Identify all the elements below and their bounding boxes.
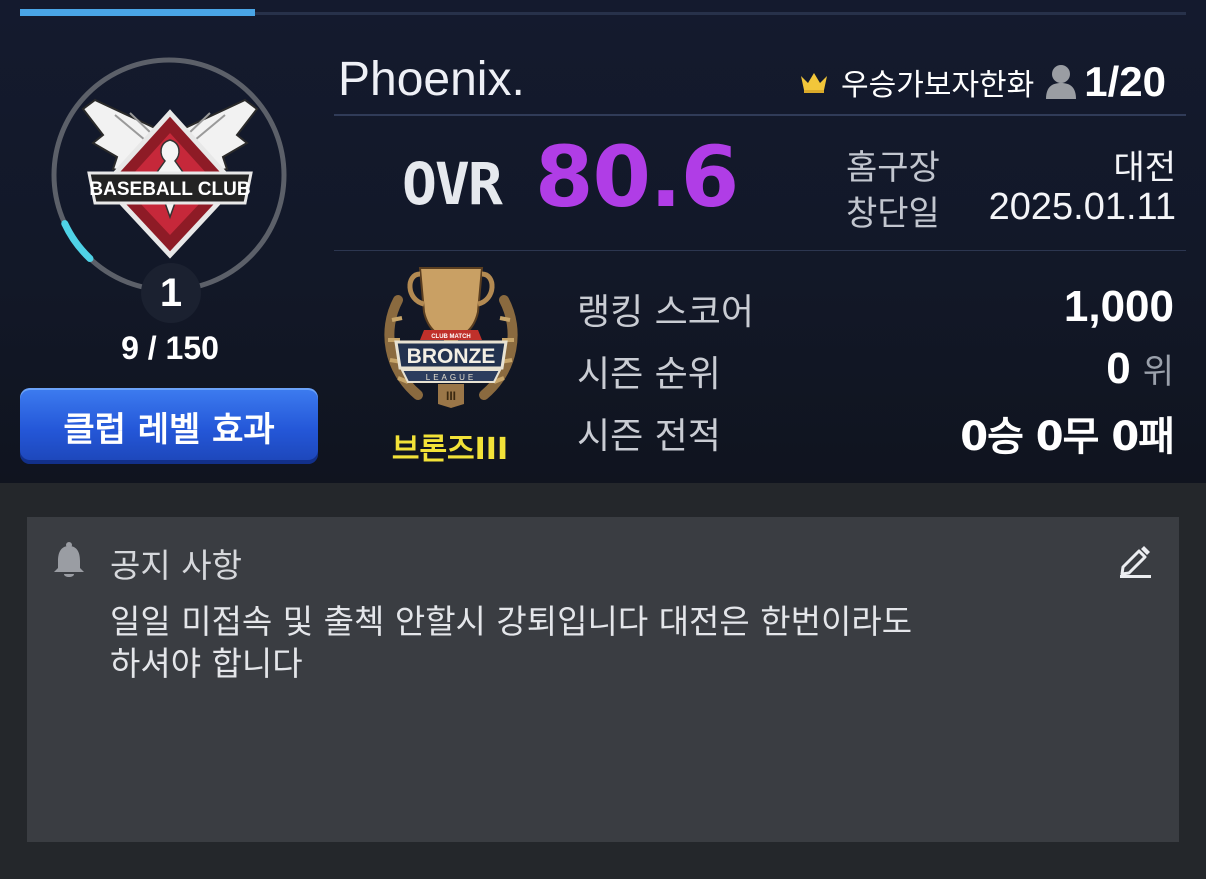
- emblem-main-text: BRONZE: [407, 345, 496, 368]
- season-rank-unit: 위: [1142, 352, 1174, 392]
- crown-icon: [801, 73, 828, 93]
- member-icon: [1046, 65, 1077, 99]
- header-divider: [334, 114, 1186, 116]
- tab-indicator[interactable]: [20, 9, 255, 16]
- club-info-panel: BASEBALL CLUB 1 9 / 150 클럽 레벨 효과 Phoenix…: [0, 0, 1206, 483]
- club-level-badge: 1: [141, 263, 201, 323]
- club-member-count: 1/20: [1084, 58, 1166, 105]
- founded-date-label: 창단일: [846, 194, 940, 234]
- season-rank-value: 0 위: [1106, 344, 1174, 394]
- season-rank-label: 시즌 순위: [577, 354, 721, 395]
- notice-card: 공지 사항 일일 미접속 및 출첵 안할시 강퇴입니다 대전은 한번이라도 하셔…: [27, 517, 1179, 842]
- ovr-value: 80.6: [535, 128, 739, 226]
- emblem-top-text: CLUB MATCH: [431, 334, 471, 340]
- club-level-effect-button[interactable]: 클럽 레벨 효과: [20, 388, 318, 464]
- ranking-score-label: 랭킹 스코어: [577, 292, 755, 333]
- club-owner-name: 우승가보자한화: [841, 68, 1035, 103]
- league-tier-name: 브론즈III: [391, 432, 509, 467]
- emblem-tier-text: III: [446, 389, 456, 403]
- ranking-score-value: 1,000: [1063, 282, 1174, 331]
- season-rank-number: 0: [1106, 344, 1131, 393]
- notice-title: 공지 사항: [110, 546, 242, 585]
- club-exp-text: 9 / 150: [121, 330, 219, 366]
- season-record-label: 시즌 전적: [577, 416, 721, 457]
- club-owner-block: 우승가보자한화 1/20: [799, 58, 1166, 106]
- home-stadium-label: 홈구장: [846, 148, 940, 188]
- club-name: Phoenix.: [338, 53, 525, 106]
- club-logo-text: BASEBALL CLUB: [89, 179, 250, 200]
- ovr-label: OVR: [402, 150, 503, 218]
- home-stadium-value: 대전: [1113, 148, 1176, 188]
- edit-icon[interactable]: [1117, 541, 1153, 579]
- emblem-sub-text: LEAGUE: [426, 373, 476, 382]
- club-logo: BASEBALL CLUB: [81, 98, 259, 259]
- season-record-value: 0승 0무 0패: [960, 414, 1175, 460]
- founded-date-value: 2025.01.11: [988, 186, 1176, 228]
- bell-icon: [54, 542, 84, 577]
- stats-divider: [334, 250, 1186, 251]
- notice-body: 일일 미접속 및 출첵 안할시 강퇴입니다 대전은 한번이라도 하셔야 합니다: [110, 602, 913, 683]
- bronze-league-emblem: CLUB MATCH BRONZE LEAGUE III: [384, 267, 518, 408]
